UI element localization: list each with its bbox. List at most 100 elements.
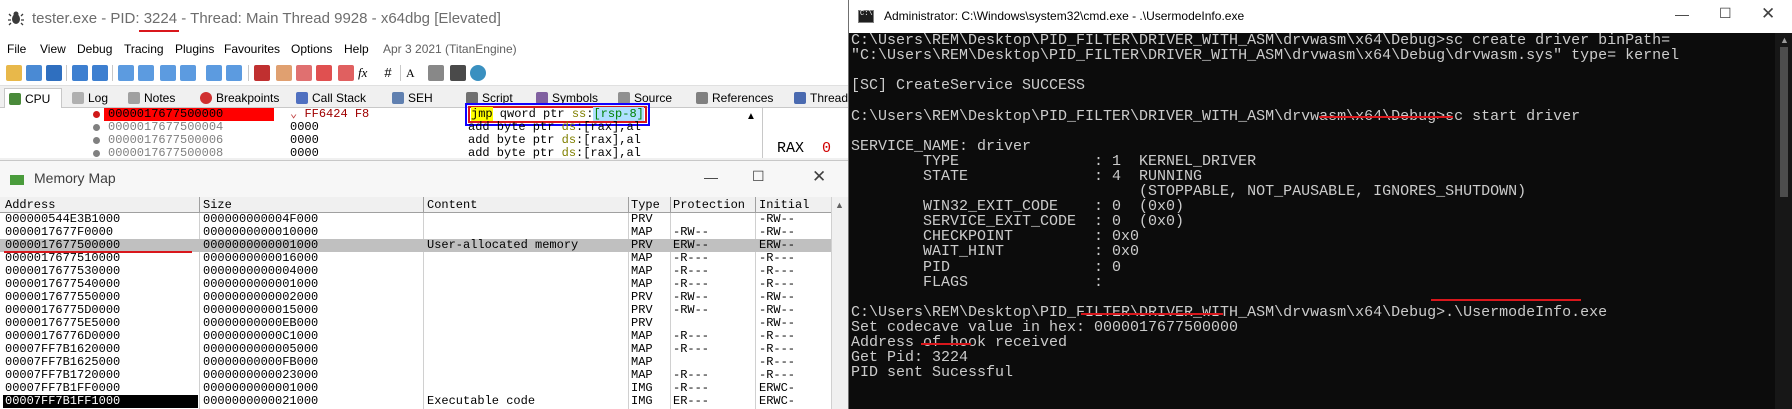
scroll-up-icon[interactable]: ▲ [1780, 35, 1789, 45]
fx-icon[interactable]: fx [358, 65, 374, 81]
col-initial[interactable]: Initial [759, 198, 809, 212]
tab-cpu[interactable]: CPU [4, 88, 62, 108]
label-icon[interactable] [296, 65, 312, 81]
tab-script[interactable]: Script [462, 88, 526, 108]
scroll-up-icon[interactable]: ▲ [835, 200, 844, 210]
close-icon[interactable]: ✕ [812, 167, 826, 187]
column-divider[interactable] [199, 197, 200, 213]
cmd-titlebar[interactable]: Administrator: C:\Windows\system32\cmd.e… [849, 0, 1792, 33]
col-protection[interactable]: Protection [673, 198, 753, 212]
registers-panel[interactable]: RAX 0 [762, 108, 848, 158]
column-divider[interactable] [670, 197, 671, 213]
menu-view[interactable]: View [40, 42, 66, 56]
table-row[interactable]: 0000017677540000 0000000000001000 MAP -R---… [0, 278, 848, 291]
comment-icon[interactable] [276, 65, 292, 81]
menu-plugins[interactable]: Plugins [175, 42, 214, 56]
hash-icon[interactable]: # [380, 65, 396, 81]
maximize-icon[interactable]: ☐ [1719, 5, 1732, 22]
table-row[interactable]: 0000017677F0000 0000000000010000 MAP -RW-- -… [0, 226, 848, 239]
table-row[interactable]: 0000017677510000 0000000000016000 MAP -R---… [0, 252, 848, 265]
table-row[interactable]: 00000176775D0000 0000000000015000 PRV -RW--… [0, 304, 848, 317]
tab-notes[interactable]: Notes [124, 88, 190, 108]
breakpoint-dot[interactable] [93, 137, 100, 144]
table-row[interactable]: 000000544E3B1000 000000000004F000 PRV -RW-- [0, 213, 848, 226]
column-divider[interactable] [423, 197, 424, 213]
font-icon[interactable]: A [406, 65, 422, 81]
settings-icon[interactable] [470, 65, 486, 81]
x64dbg-titlebar[interactable]: tester.exe - PID: 3224 - Thread: Main Th… [0, 0, 848, 38]
col-size[interactable]: Size [203, 198, 232, 212]
bookmark-icon[interactable] [316, 65, 332, 81]
disassembly-view[interactable]: 0000017677500000 ⌄ FF6424 F8 jmp qword p… [0, 103, 848, 160]
table-row[interactable]: 0000017677550000 0000000000002000 PRV -RW--… [0, 291, 848, 304]
calculator-icon[interactable] [428, 65, 444, 81]
col-address[interactable]: Address [5, 198, 55, 212]
breakpoint-dot[interactable] [93, 111, 100, 118]
open-icon[interactable] [6, 65, 22, 81]
step-over-icon[interactable] [138, 65, 154, 81]
disasm-row[interactable]: 0000017677500008 0000 add byte ptr ds:[r… [0, 147, 760, 160]
table-row[interactable]: 00000176775E5000 00000000000EB000 PRV -RW-- [0, 317, 848, 330]
window-title: tester.exe - PID: 3224 - Thread: Main Th… [32, 10, 501, 27]
minimize-icon[interactable]: — [1675, 6, 1689, 22]
notes-icon [128, 92, 140, 104]
restart-icon[interactable] [26, 65, 42, 81]
table-row[interactable]: 0000017677530000 0000000000004000 MAP -R---… [0, 265, 848, 278]
column-divider[interactable] [628, 197, 629, 213]
run-icon[interactable] [72, 65, 88, 81]
trace-over-icon[interactable] [180, 65, 196, 81]
cell-protection: ER--- [673, 394, 710, 408]
table-row[interactable]: 00007FF7B1720000 0000000000023000 MAP -R---… [0, 369, 848, 382]
run-to-user-icon[interactable] [206, 65, 222, 81]
menu-help[interactable]: Help [344, 42, 369, 56]
memory-map-scrollbar[interactable]: ▲ [831, 197, 848, 409]
tab-source[interactable]: Source [614, 88, 686, 108]
step-into-icon[interactable] [118, 65, 134, 81]
memory-map-title: Memory Map [34, 170, 116, 186]
toolbar: fx # A [0, 60, 848, 86]
tab-references[interactable]: References [692, 88, 784, 108]
menu-favourites[interactable]: Favourites [224, 42, 280, 56]
maximize-icon[interactable]: ☐ [752, 168, 765, 185]
table-row[interactable]: 00000176776D0000 00000000000C1000 MAP -R---… [0, 330, 848, 343]
memory-map-table[interactable]: 000000544E3B1000 000000000004F000 PRV -RW--… [0, 213, 848, 409]
console-line: PID sent Sucessful [851, 364, 1014, 382]
menu-debug[interactable]: Debug [77, 42, 112, 56]
close-icon[interactable]: ✕ [1761, 4, 1775, 24]
trace-into-icon[interactable] [160, 65, 176, 81]
execute-till-return-icon[interactable] [226, 65, 242, 81]
console-scrollbar[interactable]: ▲ [1775, 33, 1792, 409]
tab-bar: CPU Log Notes Breakpoints Call Stack SEH… [0, 86, 848, 108]
tab-threads[interactable]: Threads [790, 88, 848, 108]
breakpoint-dot[interactable] [93, 124, 100, 131]
tab-breakpoints[interactable]: Breakpoints [196, 88, 286, 108]
stop-icon[interactable] [46, 65, 62, 81]
function-icon[interactable] [338, 65, 354, 81]
table-row[interactable]: 00007FF7B1620000 0000000000005000 MAP -R---… [0, 343, 848, 356]
menu-file[interactable]: File [7, 42, 26, 56]
scripts-icon[interactable] [450, 65, 466, 81]
menu-bar: File View Debug Tracing Plugins Favourit… [0, 38, 848, 60]
table-row[interactable]: 00007FF7B1FF0000 0000000000001000 IMG -R---… [0, 382, 848, 395]
tab-call-stack[interactable]: Call Stack [292, 88, 382, 108]
column-divider[interactable] [755, 197, 756, 213]
console-output[interactable]: C:\Users\REM\Desktop\PID_FILTER\DRIVER_W… [849, 33, 1775, 409]
table-row[interactable]: 00007FF7B1FF1000 0000000000021000 Executab… [0, 395, 848, 408]
console-icon [858, 10, 874, 23]
table-row[interactable]: 00007FF7B1625000 00000000000FB000 MAP -R--- [0, 356, 848, 369]
patch-icon[interactable] [254, 65, 270, 81]
disasm-scroll-up-icon[interactable]: ▲ [744, 110, 758, 124]
breakpoint-dot[interactable] [93, 150, 100, 157]
memory-map-titlebar[interactable]: Memory Map — ☐ ✕ [0, 161, 848, 197]
pause-icon[interactable] [92, 65, 108, 81]
col-content[interactable]: Content [427, 198, 477, 212]
tab-seh[interactable]: SEH [388, 88, 440, 108]
menu-tracing[interactable]: Tracing [124, 42, 164, 56]
col-type[interactable]: Type [631, 198, 660, 212]
tab-log[interactable]: Log [68, 88, 118, 108]
scrollbar-thumb[interactable] [1780, 47, 1788, 197]
minimize-icon[interactable]: — [704, 169, 718, 185]
tab-symbols[interactable]: Symbols [532, 88, 608, 108]
menu-options[interactable]: Options [291, 42, 332, 56]
breakpoint-icon [200, 92, 212, 104]
